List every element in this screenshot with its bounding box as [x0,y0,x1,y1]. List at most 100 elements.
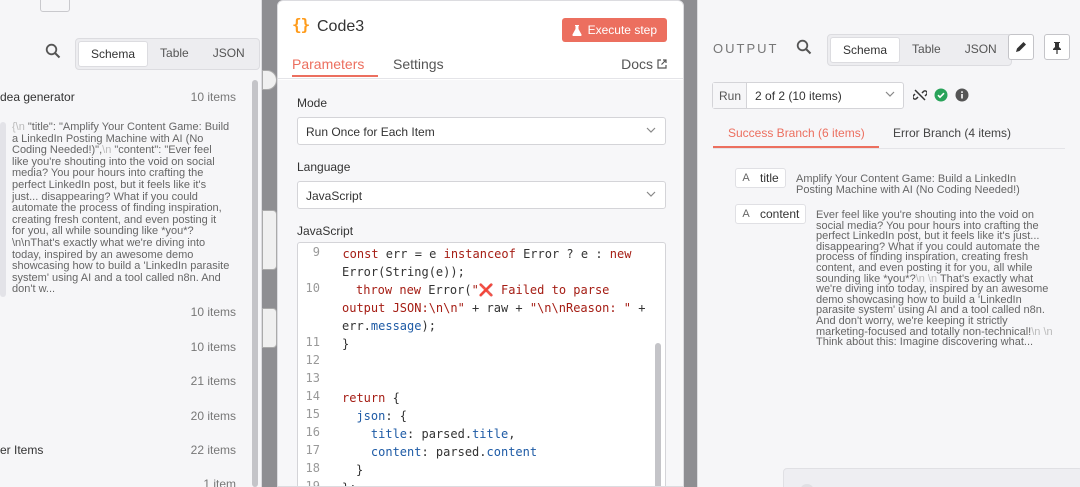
schema-row-count: 10 items [190,305,236,319]
code-text: } [342,337,350,351]
schema-row-count: 20 items [190,409,236,423]
code-text: title: parsed.title, [370,427,516,441]
output-view-schema[interactable]: Schema [830,37,901,63]
output-view-json[interactable]: JSON [953,37,1009,63]
code-text: json: { [356,409,408,423]
bottom-floating-card [783,468,1080,487]
node-title[interactable]: Code3 [317,18,364,36]
line-number: 10 [305,281,320,295]
input-scrollbar[interactable] [252,80,258,487]
pencil-icon [1016,42,1026,52]
info-icon[interactable] [955,88,969,107]
mode-select[interactable]: Run Once for Each Item [297,117,666,145]
code-text: const err = e instanceof Error ? e : new… [342,247,639,279]
run-label: Run [713,83,748,108]
tab-settings[interactable]: Settings [393,56,444,72]
line-number: 18 [305,461,320,475]
line-number: 14 [305,389,320,403]
edit-output-button[interactable] [1008,34,1034,60]
line-number: 15 [305,407,320,421]
output-view-toggle: Schema Table JSON [827,34,1012,66]
node-panel: {} Code3 Execute step Parameters Setting… [277,0,684,487]
external-link-icon [657,59,667,69]
schema-row-label: er Items [0,443,44,457]
language-value: JavaScript [306,189,363,203]
run-value: 2 of 2 (10 items) [755,89,842,103]
code-text: throw new Error("❌ Failed to parse outpu… [342,283,653,333]
execute-step-button[interactable]: Execute step [561,18,667,42]
execute-step-label: Execute step [587,23,657,37]
output-title: OUTPUT [713,41,779,56]
schema-row-count: 10 items [190,340,236,354]
schema-row-count: 10 items [190,90,236,104]
field-value: Ever feel like you're shouting into the … [816,209,1053,349]
input-view-toggle: Schema Table JSON [75,38,260,70]
code-text: content: parsed.content [370,445,538,459]
string-type-icon: A [742,208,750,220]
input-panel: Schema Table JSON dea generator 10 items… [0,0,262,487]
docs-link[interactable]: Docs [621,56,667,72]
tab-parameters[interactable]: Parameters [292,56,364,72]
field-value: Amplify Your Content Game: Build a Linke… [796,173,1020,196]
pin-icon [1053,41,1061,54]
output-view-table[interactable]: Table [900,37,953,63]
success-check-icon [934,88,948,107]
unlink-icon[interactable] [912,88,928,107]
line-number: 13 [305,371,320,385]
docs-label: Docs [621,56,653,72]
field-chip-title[interactable]: A title [735,168,786,188]
field-name: content [760,207,800,221]
pin-data-button[interactable] [1044,34,1070,60]
code-braces-icon: {} [292,15,310,34]
schema-row-count: 21 items [190,374,236,388]
code-text: } [356,463,364,477]
run-select[interactable]: 2 of 2 (10 items) [747,83,903,108]
code-text: return { [342,391,400,405]
output-panel: OUTPUT Schema Table JSON Run 2 of 2 (10 … [697,0,1080,487]
line-number: 16 [305,425,320,439]
node-header: {} Code3 Execute step [278,1,683,53]
chevron-down-icon [646,191,656,197]
canvas-node-stub [262,308,277,348]
chevron-down-icon [885,91,895,97]
language-label: Language [297,160,351,174]
line-number: 19 [305,479,320,487]
code-text: }; [342,479,652,486]
active-tab-indicator [292,75,378,77]
code-label: JavaScript [297,224,354,238]
canvas-node-stub [262,210,277,270]
string-type-icon: A [742,172,750,184]
mode-value: Run Once for Each Item [306,125,435,139]
line-number: 12 [305,353,320,367]
collapse-handle[interactable] [40,0,70,12]
code-scrollbar[interactable] [655,343,661,486]
schema-row-count: 1 item [203,477,236,487]
json-preview-text: {\n "title": "Amplify Your Content Game:… [12,121,230,296]
schema-row-label: dea generator [0,90,75,104]
line-number: 9 [312,245,320,259]
language-select[interactable]: JavaScript [297,181,666,209]
flask-icon [572,24,582,36]
schema-row-count: 22 items [190,443,236,457]
tab-success-branch[interactable]: Success Branch (6 items) [728,126,865,140]
json-preview-bar [0,122,6,297]
line-number: 11 [305,335,320,349]
search-icon[interactable] [45,43,63,61]
search-icon[interactable] [796,39,814,57]
code-editor[interactable]: 9 const err = e instanceof Error ? e : n… [297,242,666,487]
input-view-schema[interactable]: Schema [78,41,149,67]
branch-tabs-divider [713,148,1065,149]
field-name: title [760,171,779,185]
parameters-body: Mode Run Once for Each Item Language Jav… [278,80,683,487]
tab-error-branch[interactable]: Error Branch (4 items) [893,126,1011,140]
canvas-node-stub [262,70,277,90]
input-view-json[interactable]: JSON [201,41,257,67]
input-view-table[interactable]: Table [148,41,201,67]
line-number: 17 [305,443,320,457]
mode-label: Mode [297,96,328,110]
chevron-down-icon [646,127,656,133]
field-chip-content[interactable]: A content [735,204,807,224]
run-selector[interactable]: Run 2 of 2 (10 items) [712,82,905,109]
active-branch-indicator [713,146,879,148]
node-tabs: Parameters Settings Docs [278,53,683,79]
